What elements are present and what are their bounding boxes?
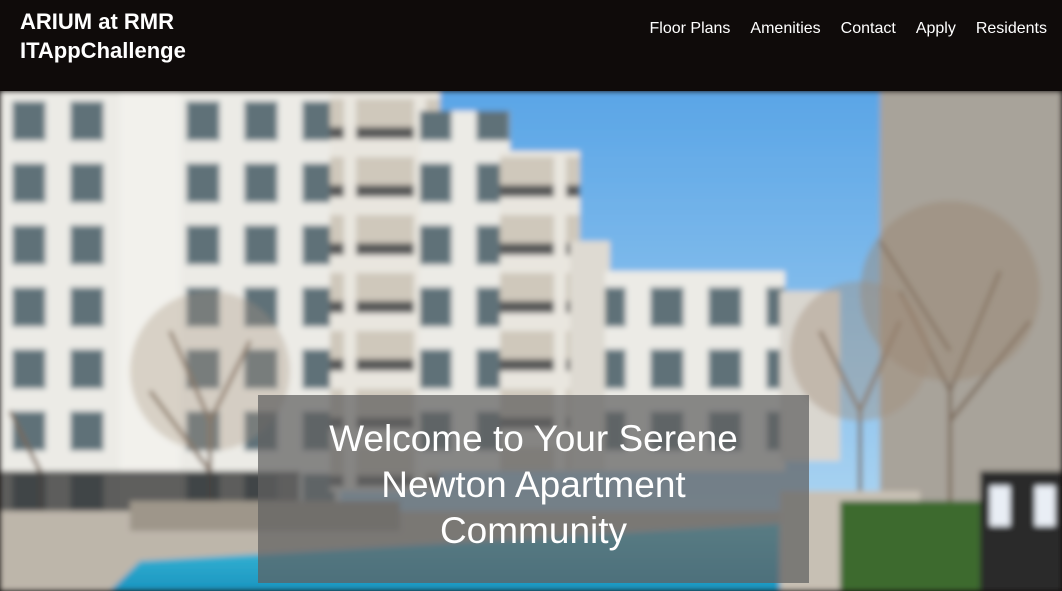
nav-residents[interactable]: Residents [976,19,1047,39]
hero-section: Welcome to Your Serene Newton Apartment … [0,91,1062,591]
main-nav: Floor Plans Amenities Contact Apply Resi… [650,19,1048,39]
site-header: ARIUM at RMR ITAppChallenge Floor Plans … [0,0,1062,91]
site-brand[interactable]: ARIUM at RMR ITAppChallenge [20,7,186,65]
brand-line-1: ARIUM at RMR [20,9,174,34]
nav-amenities[interactable]: Amenities [750,19,820,39]
nav-contact[interactable]: Contact [841,19,896,39]
nav-apply[interactable]: Apply [916,19,956,39]
hero-caption-box: Welcome to Your Serene Newton Apartment … [258,395,809,583]
hero-caption: Welcome to Your Serene Newton Apartment … [329,418,738,551]
brand-line-2: ITAppChallenge [20,38,186,63]
nav-floor-plans[interactable]: Floor Plans [650,19,731,39]
